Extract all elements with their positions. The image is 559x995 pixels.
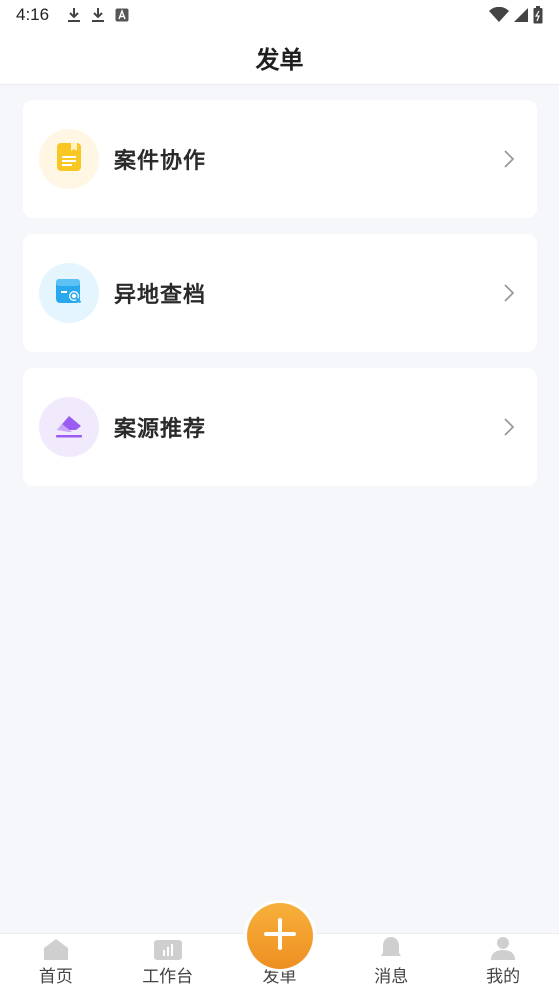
home-icon xyxy=(41,934,71,960)
chart-icon xyxy=(153,934,183,960)
nav-item-profile[interactable]: 我的 xyxy=(447,934,559,995)
status-time: 4:16 xyxy=(16,5,50,24)
download-icon xyxy=(91,7,105,23)
download-icon xyxy=(67,7,81,23)
nav-label: 我的 xyxy=(486,967,521,987)
post-order-fab[interactable] xyxy=(244,900,316,972)
nav-label: 首页 xyxy=(38,967,73,987)
menu-item-remote-archive[interactable]: 异地查档 xyxy=(23,234,537,352)
screen: 4:16 发单 案件协作 异地查档 案源推荐 首页 工作台 发单 消息 我的 xyxy=(0,0,559,995)
eraser-icon xyxy=(53,410,85,444)
menu-icon-bg xyxy=(39,397,99,457)
nav-item-messages[interactable]: 消息 xyxy=(335,934,447,995)
menu-list: 案件协作 异地查档 案源推荐 xyxy=(23,100,537,502)
chevron-right-icon xyxy=(497,147,521,171)
page-title: 发单 xyxy=(255,45,304,74)
menu-icon-bg xyxy=(39,129,99,189)
status-right xyxy=(489,6,543,24)
nav-item-workbench[interactable]: 工作台 xyxy=(112,934,224,995)
chevron-right-icon xyxy=(497,281,521,305)
user-icon xyxy=(488,934,518,960)
status-bar: 4:16 xyxy=(0,0,559,30)
chevron-right-icon xyxy=(497,415,521,439)
menu-item-case-source-recommendation[interactable]: 案源推荐 xyxy=(23,368,537,486)
menu-item-case-collaboration[interactable]: 案件协作 xyxy=(23,100,537,218)
plus-icon xyxy=(262,916,298,956)
status-left: 4:16 xyxy=(16,5,129,25)
nav-label: 工作台 xyxy=(142,967,194,987)
header: 发单 xyxy=(0,30,559,85)
nav-item-home[interactable]: 首页 xyxy=(0,934,112,995)
menu-label: 案件协作 xyxy=(114,149,207,174)
nav-label: 消息 xyxy=(374,967,409,987)
document-icon xyxy=(56,142,82,176)
archive-search-icon xyxy=(54,276,84,310)
menu-label: 案源推荐 xyxy=(114,417,207,442)
menu-label: 异地查档 xyxy=(114,283,207,308)
signal-icon xyxy=(513,7,529,23)
battery-icon xyxy=(533,6,543,24)
font-icon xyxy=(115,8,129,22)
fab-circle xyxy=(247,903,313,969)
menu-icon-bg xyxy=(39,263,99,323)
wifi-icon xyxy=(489,7,509,23)
bell-icon xyxy=(376,934,406,960)
